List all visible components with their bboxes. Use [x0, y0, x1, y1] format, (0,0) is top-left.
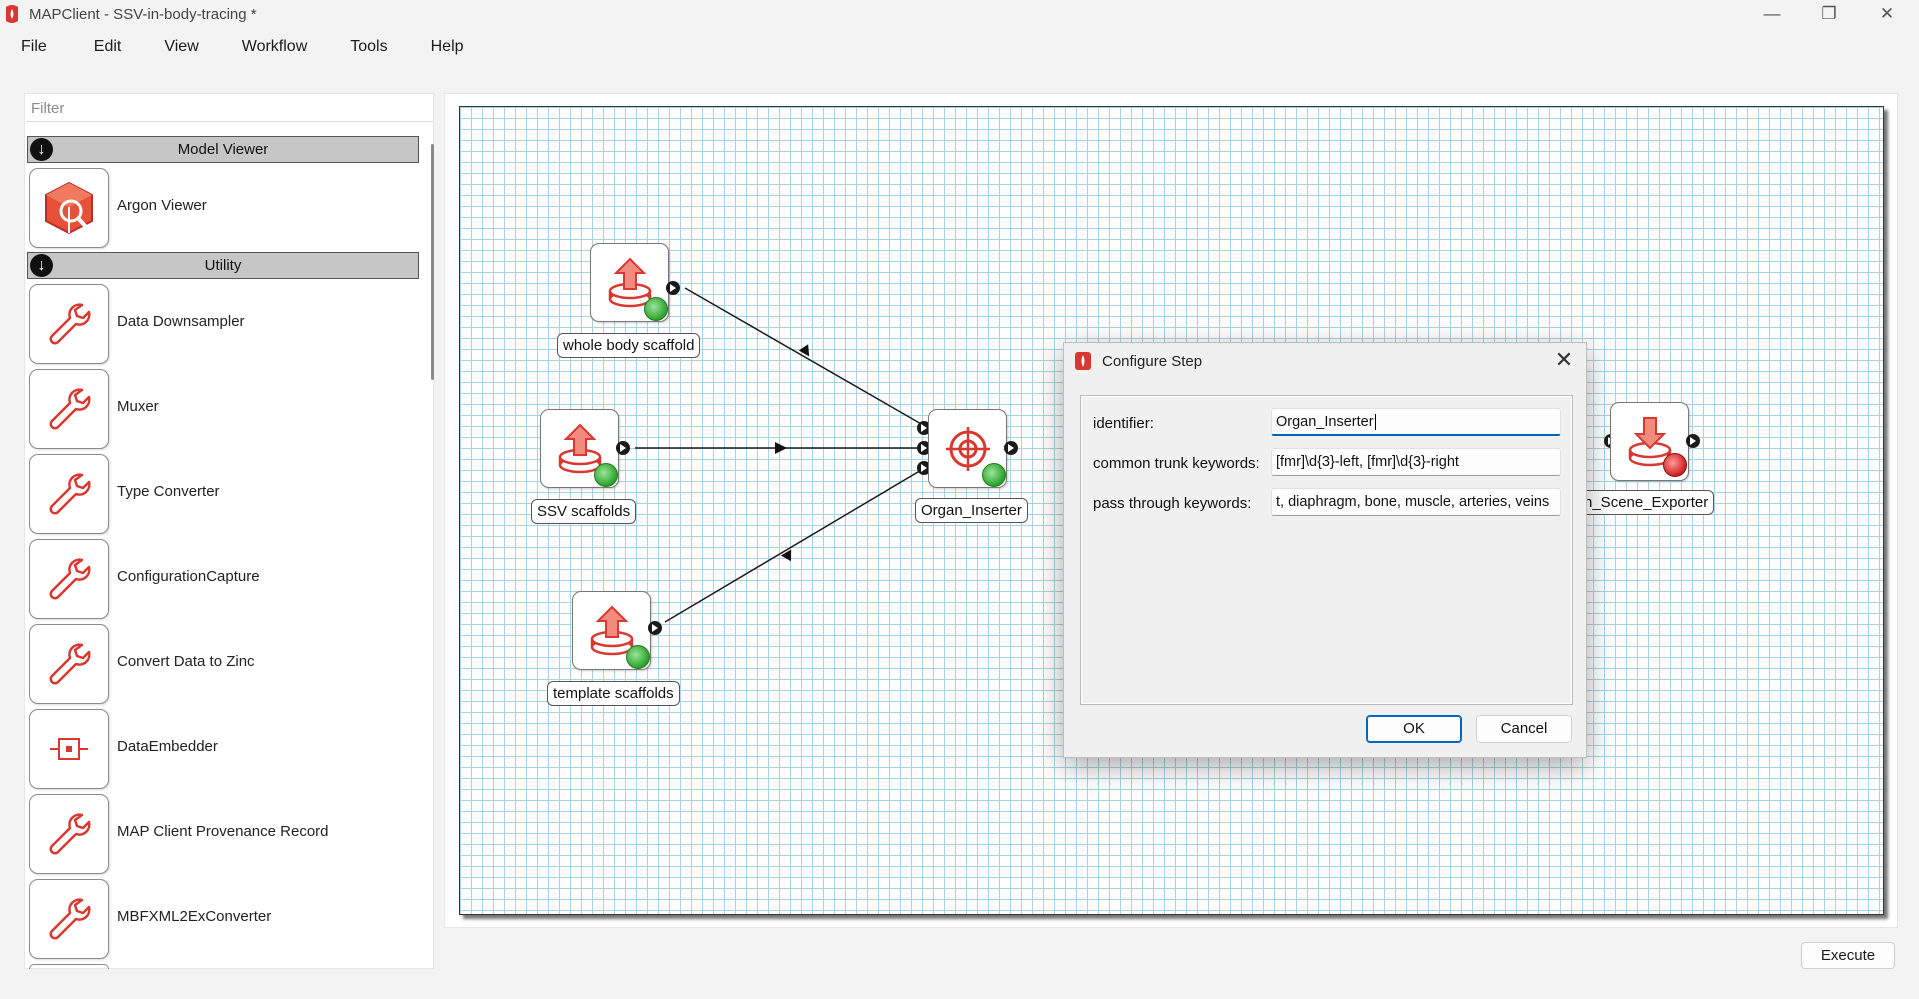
menu-tools[interactable]: Tools	[329, 34, 409, 60]
output-port-icon[interactable]	[1686, 434, 1700, 448]
node-label: n_Scene_Exporter	[1578, 490, 1715, 515]
app-logo-icon	[1075, 352, 1091, 370]
wrench-icon	[29, 539, 109, 619]
identifier-field[interactable]: Organ_Inserter	[1271, 408, 1561, 436]
palette-scrollbar[interactable]	[431, 144, 434, 380]
plugin-label: MBFXML2ExConverter	[117, 908, 272, 925]
menu-edit[interactable]: Edit	[69, 34, 144, 60]
plugin-item-partial	[29, 964, 109, 969]
argon-viewer-icon	[29, 168, 109, 248]
wrench-icon	[29, 624, 109, 704]
wrench-icon	[29, 879, 109, 959]
menu-view[interactable]: View	[143, 34, 220, 60]
minimize-button[interactable]: —	[1743, 0, 1801, 28]
pass-through-keywords-label: pass through keywords:	[1093, 495, 1252, 512]
node-label: SSV scaffolds	[531, 499, 637, 524]
plugin-item-configuration-capture[interactable]: ConfigurationCapture	[29, 539, 409, 619]
plugin-label: Convert Data to Zinc	[117, 653, 255, 670]
group-label: Model Viewer	[177, 141, 269, 158]
plugin-item-muxer[interactable]: Muxer	[29, 369, 409, 449]
output-port-icon[interactable]	[648, 621, 662, 635]
dialog-title: Configure Step	[1102, 352, 1203, 370]
node-label: whole body scaffold	[557, 333, 701, 358]
plugin-item-type-converter[interactable]: Type Converter	[29, 454, 409, 534]
dialog-close-button[interactable]: ✕	[1552, 349, 1576, 373]
plugin-item-provenance-record[interactable]: MAP Client Provenance Record	[29, 794, 409, 874]
window-title: MAPClient - SSV-in-body-tracing *	[29, 5, 257, 23]
collapse-arrow-icon[interactable]: ↓	[30, 254, 53, 277]
collapse-arrow-icon[interactable]: ↓	[30, 138, 53, 161]
menu-file[interactable]: File	[0, 34, 69, 60]
configured-status-icon	[644, 297, 668, 321]
output-port-icon[interactable]	[616, 441, 630, 455]
plugin-label: DataEmbedder	[117, 738, 218, 755]
plugin-item-data-embedder[interactable]: DataEmbedder	[29, 709, 409, 789]
step-palette: ↓ Model Viewer Argon Viewer ↓ Utility Da…	[24, 93, 434, 969]
filter-input[interactable]	[26, 96, 433, 122]
group-header-model-viewer[interactable]: ↓ Model Viewer	[27, 136, 419, 163]
plugin-item-argon-viewer[interactable]: Argon Viewer	[29, 168, 409, 248]
group-header-utility[interactable]: ↓ Utility	[27, 252, 419, 279]
menu-workflow[interactable]: Workflow	[221, 34, 330, 60]
connection-whole-body-to-organ-inserter	[684, 287, 924, 426]
identifier-value: Organ_Inserter	[1276, 414, 1374, 430]
plugin-label: Data Downsampler	[117, 313, 245, 330]
plugin-item-data-downsampler[interactable]: Data Downsampler	[29, 284, 409, 364]
app-logo-icon	[6, 5, 18, 23]
dialog-form: identifier: Organ_Inserter common trunk …	[1080, 395, 1573, 705]
maximize-button[interactable]: ❐	[1800, 0, 1858, 28]
configured-status-icon	[626, 645, 650, 669]
plugin-item-convert-data-to-zinc[interactable]: Convert Data to Zinc	[29, 624, 409, 704]
node-label: Organ_Inserter	[915, 498, 1028, 523]
common-trunk-keywords-field[interactable]: [fmr]\d{3}-left, [fmr]\d{3}-right	[1271, 448, 1561, 476]
wrench-icon	[29, 454, 109, 534]
unconfigured-status-icon	[1663, 453, 1687, 477]
plugin-label: Type Converter	[117, 483, 220, 500]
embed-icon	[29, 709, 109, 789]
connection-arrow-icon	[775, 442, 787, 454]
node-label: template scaffolds	[547, 681, 680, 706]
text-cursor	[1374, 414, 1376, 430]
identifier-label: identifier:	[1093, 415, 1154, 432]
plugin-item-mbfxml2exconverter[interactable]: MBFXML2ExConverter	[29, 879, 409, 959]
cancel-button[interactable]: Cancel	[1476, 715, 1572, 743]
close-window-button[interactable]: ✕	[1858, 0, 1916, 28]
title-bar: MAPClient - SSV-in-body-tracing * — ❐ ✕	[0, 0, 1919, 28]
wrench-icon	[29, 284, 109, 364]
output-port-icon[interactable]	[666, 281, 680, 295]
configured-status-icon	[594, 463, 618, 487]
configured-status-icon	[982, 463, 1006, 487]
pass-through-keywords-field[interactable]: t, diaphragm, bone, muscle, arteries, ve…	[1271, 488, 1561, 516]
wrench-icon	[29, 369, 109, 449]
plugin-label: Muxer	[117, 398, 159, 415]
wrench-icon	[29, 794, 109, 874]
common-trunk-keywords-label: common trunk keywords:	[1093, 455, 1260, 472]
plugin-label: MAP Client Provenance Record	[117, 823, 329, 840]
group-label: Utility	[204, 257, 242, 274]
ok-button[interactable]: OK	[1366, 715, 1462, 743]
dialog-title-bar: Configure Step ✕	[1064, 343, 1586, 379]
execute-button[interactable]: Execute	[1801, 942, 1895, 969]
menu-help[interactable]: Help	[410, 34, 486, 60]
plugin-label: Argon Viewer	[117, 197, 207, 214]
connection-template-to-organ-inserter	[664, 468, 924, 623]
plugin-label: ConfigurationCapture	[117, 568, 260, 585]
output-port-icon[interactable]	[1004, 441, 1018, 455]
configure-step-dialog: Configure Step ✕ identifier: Organ_Inser…	[1063, 342, 1587, 758]
menu-bar: File Edit View Workflow Tools Help	[0, 34, 486, 60]
